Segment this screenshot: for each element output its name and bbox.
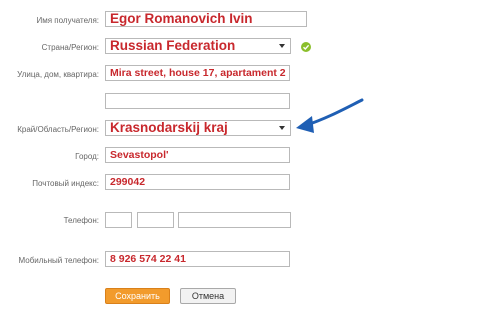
region-select[interactable]: Krasnodarskij kraj	[105, 120, 291, 136]
phone-label: Телефон:	[63, 216, 99, 225]
phone-area-code-input[interactable]	[137, 212, 174, 228]
arrow-icon	[296, 98, 364, 133]
zip-input[interactable]: 299042	[105, 174, 290, 190]
region-label: Край/Область/Регион:	[17, 125, 99, 134]
recipient-label: Имя получателя:	[36, 16, 100, 25]
street-label: Улица, дом, квартира:	[17, 70, 99, 79]
mobile-phone-input[interactable]: 8 926 574 22 41	[105, 251, 290, 267]
chevron-down-icon	[279, 126, 285, 130]
street-line2-input[interactable]	[105, 93, 290, 109]
region-value: Krasnodarskij kraj	[110, 120, 228, 135]
phone-country-code-input[interactable]	[105, 212, 132, 228]
check-circle-icon	[301, 42, 311, 52]
phone-number-input[interactable]	[178, 212, 291, 228]
mobile-label: Мобильный телефон:	[18, 256, 100, 265]
city-label: Город:	[75, 152, 99, 161]
country-label: Страна/Регион:	[41, 43, 99, 52]
city-input[interactable]: Sevastopol'	[105, 147, 290, 163]
country-value: Russian Federation	[110, 38, 236, 53]
country-select[interactable]: Russian Federation	[105, 38, 291, 54]
save-button[interactable]: Сохранить	[105, 288, 170, 304]
chevron-down-icon	[279, 44, 285, 48]
recipient-input[interactable]: Egor Romanovich Ivin	[105, 11, 307, 27]
cancel-button[interactable]: Отмена	[180, 288, 236, 304]
street-input[interactable]: Mira street, house 17, apartament 2	[105, 65, 290, 81]
zip-label: Почтовый индекс:	[32, 179, 99, 188]
